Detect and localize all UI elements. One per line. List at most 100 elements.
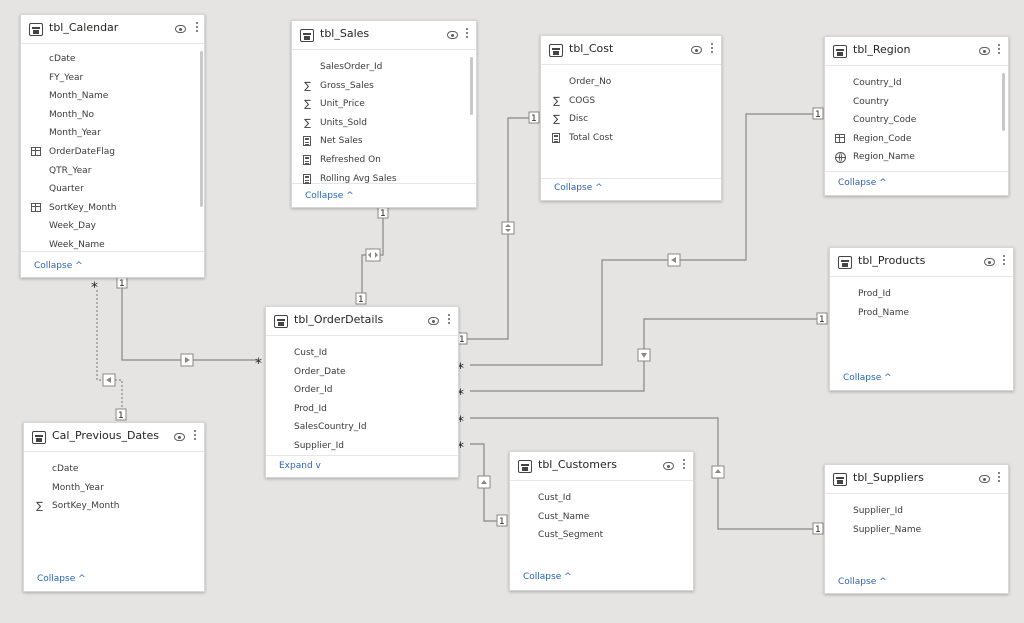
card-header[interactable]: tbl_Suppliers: [825, 465, 1008, 494]
field-row[interactable]: Order_Id: [266, 382, 426, 400]
table-card-orderdetails[interactable]: tbl_OrderDetails Expand v Cust_IdOrder_D…: [265, 306, 459, 478]
field-row[interactable]: Region_Name: [825, 149, 985, 167]
collapse-toggle[interactable]: Collapse ^: [843, 373, 892, 383]
eye-icon[interactable]: [691, 46, 702, 54]
card-header[interactable]: tbl_Region: [825, 37, 1008, 66]
field-row[interactable]: Order_Date: [266, 364, 426, 382]
table-card-cost[interactable]: tbl_Cost Collapse ^ Order_No∑COGS∑DiscTo…: [540, 35, 722, 201]
field-row[interactable]: Quarter: [21, 181, 181, 199]
field-row[interactable]: Prod_Name: [830, 305, 990, 323]
field-row[interactable]: SalesOrder_Id: [292, 59, 452, 77]
field-row[interactable]: Net Sales: [292, 133, 452, 151]
field-label: Disc: [569, 114, 588, 124]
card-header[interactable]: Cal_Previous_Dates: [24, 423, 204, 452]
field-row[interactable]: Supplier_Name: [825, 522, 985, 540]
field-label: Supplier_Name: [853, 525, 921, 535]
field-row[interactable]: Month_No: [21, 107, 181, 125]
scrollbar[interactable]: [1002, 73, 1005, 131]
table-card-products[interactable]: tbl_Products Collapse ^ Prod_IdProd_Name: [829, 247, 1014, 391]
eye-icon[interactable]: [447, 31, 458, 39]
table-card-calendar[interactable]: tbl_Calendar Collapse ^ cDate FY_Year Mont…: [20, 14, 205, 278]
field-row[interactable]: Week_Name: [21, 237, 181, 255]
card-header[interactable]: tbl_Products: [830, 248, 1013, 277]
field-row[interactable]: ∑COGS: [541, 93, 701, 111]
rel-calendar-prevdates[interactable]: [97, 290, 122, 410]
more-options-icon[interactable]: [1003, 255, 1006, 267]
field-row[interactable]: Prod_Id: [266, 401, 426, 419]
field-label: Rolling Avg Sales: [320, 174, 397, 184]
field-row[interactable]: Month_Year: [21, 125, 181, 143]
field-row[interactable]: Total Cost: [541, 130, 701, 148]
table-card-prevdates[interactable]: Cal_Previous_Dates Collapse ^ cDateMonth…: [23, 422, 205, 592]
more-options-icon[interactable]: [448, 314, 451, 326]
field-row[interactable]: FY_Year: [21, 70, 181, 88]
table-card-customers[interactable]: tbl_Customers Collapse ^ Cust_IdCust_Nam…: [509, 451, 694, 591]
rel-calendar-orderdetails[interactable]: [122, 288, 258, 360]
card-header[interactable]: tbl_Customers: [510, 452, 693, 481]
field-row[interactable]: Prod_Id: [830, 286, 990, 304]
card-header[interactable]: tbl_Calendar: [21, 15, 204, 44]
field-row[interactable]: Country_Code: [825, 112, 985, 130]
field-row[interactable]: Supplier_Id: [266, 438, 426, 456]
field-row[interactable]: Order_No: [541, 74, 701, 92]
eye-icon[interactable]: [174, 433, 185, 441]
field-row[interactable]: Cust_Name: [510, 509, 670, 527]
card-header[interactable]: tbl_Cost: [541, 36, 721, 65]
eye-icon[interactable]: [984, 258, 995, 266]
field-row[interactable]: Refreshed On: [292, 152, 452, 170]
more-options-icon[interactable]: [683, 459, 686, 471]
table-title: tbl_Sales: [320, 27, 369, 40]
field-row[interactable]: OrderDateFlag: [21, 144, 181, 162]
collapse-toggle[interactable]: Collapse ^: [554, 183, 603, 193]
collapse-toggle[interactable]: Collapse ^: [838, 178, 887, 188]
field-row[interactable]: ∑Units_Sold: [292, 115, 452, 133]
field-row[interactable]: QTR_Year: [21, 163, 181, 181]
field-row[interactable]: ∑Unit_Price: [292, 96, 452, 114]
field-row[interactable]: ∑SortKey_Month: [24, 498, 184, 516]
field-row[interactable]: Cust_Segment: [510, 527, 670, 545]
scrollbar[interactable]: [470, 57, 473, 115]
field-row[interactable]: Month_Year: [24, 480, 184, 498]
field-row[interactable]: Country: [825, 94, 985, 112]
field-row[interactable]: Region_Code: [825, 131, 985, 149]
more-options-icon[interactable]: [194, 430, 197, 442]
more-options-icon[interactable]: [466, 28, 469, 40]
table-title: tbl_Suppliers: [853, 471, 924, 484]
field-row[interactable]: ∑Gross_Sales: [292, 78, 452, 96]
collapse-toggle[interactable]: Collapse ^: [37, 574, 86, 584]
eye-icon[interactable]: [175, 25, 186, 33]
eye-icon[interactable]: [979, 475, 990, 483]
field-row[interactable]: Week_Day: [21, 218, 181, 236]
field-row[interactable]: SortKey_Month: [21, 200, 181, 218]
field-row[interactable]: Cust_Id: [266, 345, 426, 363]
hierarchy-icon: [31, 203, 41, 212]
card-header[interactable]: tbl_OrderDetails: [266, 307, 458, 336]
more-options-icon[interactable]: [196, 22, 199, 34]
collapse-toggle[interactable]: Collapse ^: [838, 577, 887, 587]
table-card-sales[interactable]: tbl_Sales Collapse ^ SalesOrder_Id∑Gross…: [291, 20, 477, 208]
field-row[interactable]: Month_Name: [21, 88, 181, 106]
more-options-icon[interactable]: [711, 43, 714, 55]
field-row[interactable]: cDate: [21, 51, 181, 69]
card-header[interactable]: tbl_Sales: [292, 21, 476, 50]
eye-icon[interactable]: [663, 462, 674, 470]
field-row[interactable]: Rolling Avg Sales: [292, 171, 452, 189]
eye-icon[interactable]: [979, 47, 990, 55]
field-label: FY_Year: [49, 73, 83, 83]
field-row[interactable]: Country_Id: [825, 75, 985, 93]
collapse-toggle[interactable]: Collapse ^: [34, 261, 83, 271]
table-card-region[interactable]: tbl_Region Collapse ^ Country_IdCountryC…: [824, 36, 1009, 196]
more-options-icon[interactable]: [998, 472, 1001, 484]
collapse-toggle[interactable]: Collapse ^: [305, 191, 354, 201]
table-card-suppliers[interactable]: tbl_Suppliers Collapse ^ Supplier_Id Supp…: [824, 464, 1009, 594]
expand-toggle[interactable]: Expand v: [279, 461, 321, 471]
collapse-toggle[interactable]: Collapse ^: [523, 572, 572, 582]
field-row[interactable]: cDate: [24, 461, 184, 479]
field-row[interactable]: SalesCountry_Id: [266, 419, 426, 437]
more-options-icon[interactable]: [998, 44, 1001, 56]
field-row[interactable]: Supplier_Id: [825, 503, 985, 521]
field-row[interactable]: ∑Disc: [541, 111, 701, 129]
eye-icon[interactable]: [428, 317, 439, 325]
scrollbar[interactable]: [200, 51, 203, 207]
field-row[interactable]: Cust_Id: [510, 490, 670, 508]
